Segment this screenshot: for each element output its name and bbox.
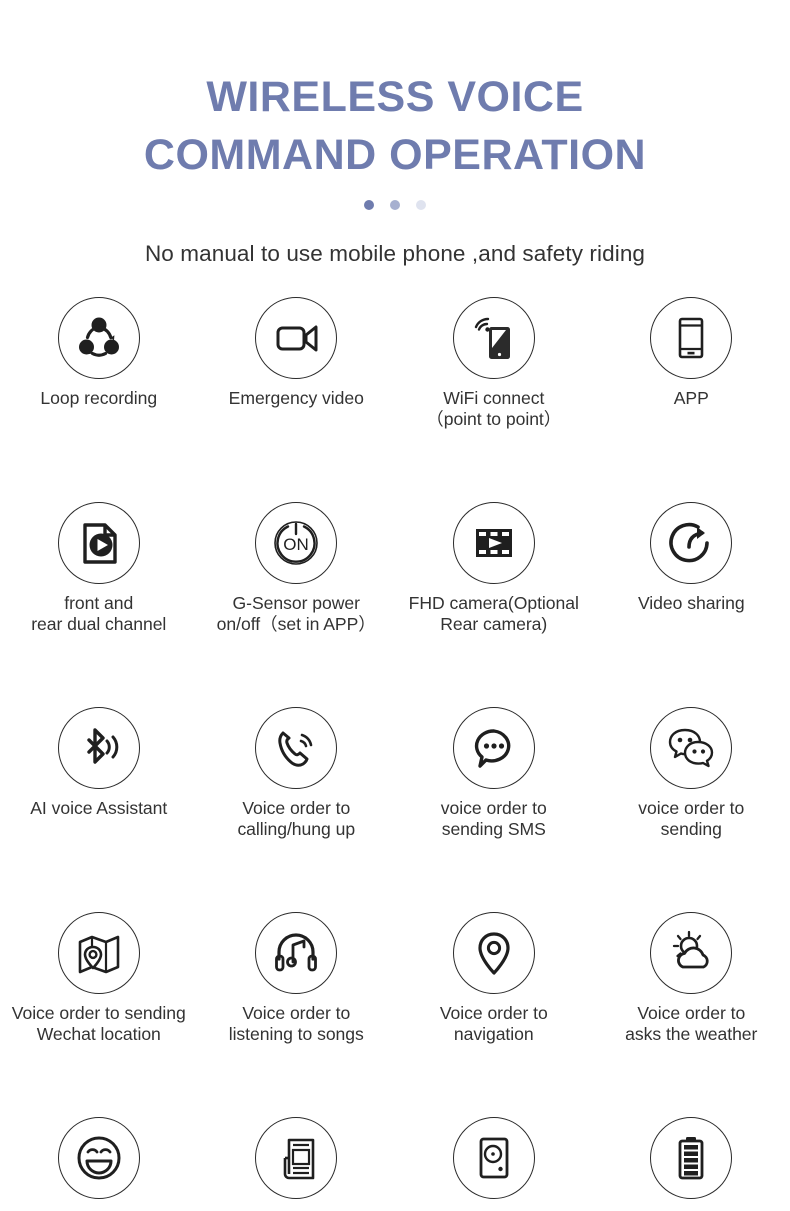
header: WIRELESS VOICE COMMAND OPERATION No manu… xyxy=(0,0,790,267)
wechat-bubbles-icon xyxy=(650,706,733,789)
feature-item-wifi-connect[interactable]: WiFi connect （point to point） xyxy=(395,296,593,472)
share-circular-arrow-icon xyxy=(650,501,733,584)
feature-infographic-page: WIRELESS VOICE COMMAND OPERATION No manu… xyxy=(0,0,790,1211)
feature-item-weather[interactable]: Voice order to asks the weather xyxy=(593,911,790,1087)
feature-item-wechat-location[interactable]: Voice order to sending Wechat location xyxy=(0,911,198,1087)
page-subtitle: No manual to use mobile phone ,and safet… xyxy=(144,240,646,266)
carousel-dot-3[interactable] xyxy=(416,199,426,210)
carousel-dots[interactable] xyxy=(0,199,790,211)
feature-label: Voice order to navigation xyxy=(439,1002,548,1045)
feature-label: Voice order to listening to songs xyxy=(228,1002,364,1045)
feature-item-loop-recording[interactable]: Loop recording xyxy=(0,296,198,472)
power-on-icon: ON xyxy=(255,501,338,584)
feature-label: Emergency video xyxy=(228,387,364,408)
loop-recording-icon xyxy=(57,296,140,379)
feature-item-g-sensor[interactable]: ON G-Sensor power on/off（set in APP） xyxy=(198,501,396,677)
bluetooth-voice-icon xyxy=(57,706,140,789)
feature-item-voice-sms[interactable]: voice order to sending SMS xyxy=(395,706,593,882)
carousel-dot-1[interactable] xyxy=(364,199,374,210)
feature-label: Voice order to asks the weather xyxy=(625,1002,758,1045)
feature-item-battery[interactable]: Long life battery xyxy=(593,1116,790,1211)
page-title-line-2: COMMAND OPERATION xyxy=(143,131,647,180)
feature-item-emergency-video[interactable]: Emergency video xyxy=(198,296,396,472)
video-file-play-icon xyxy=(57,501,140,584)
feature-label: AI voice Assistant xyxy=(30,797,168,818)
feature-row-1: Loop recording Emergency video WiFi conn… xyxy=(0,296,790,472)
feature-label: front and rear dual channel xyxy=(31,592,167,635)
feature-label: G-Sensor power on/off（set in APP） xyxy=(216,592,376,635)
feature-item-app[interactable]: APP xyxy=(593,296,790,472)
feature-row-5: Voice order to listen to jokes Voice ord… xyxy=(0,1116,790,1211)
headphones-music-icon xyxy=(255,911,338,994)
battery-full-icon xyxy=(650,1116,733,1199)
page-title-line-1: WIRELESS VOICE xyxy=(206,73,584,121)
speech-bubble-icon xyxy=(452,706,535,789)
feature-label: FHD camera(Optional Rear camera) xyxy=(408,592,579,635)
feature-item-ai-voice-assistant[interactable]: AI voice Assistant xyxy=(0,706,198,882)
map-location-icon xyxy=(57,911,140,994)
feature-label: WiFi connect （point to point） xyxy=(426,387,562,430)
feature-label: Loop recording xyxy=(40,387,158,408)
feature-item-navigation[interactable]: Voice order to navigation xyxy=(395,911,593,1087)
feature-item-video-sharing[interactable]: Video sharing xyxy=(593,501,790,677)
feature-item-voice-calling[interactable]: Voice order to calling/hung up xyxy=(198,706,396,882)
feature-label: Video sharing xyxy=(637,592,745,613)
smartphone-icon xyxy=(650,296,733,379)
smiley-face-icon xyxy=(57,1116,140,1199)
feature-row-2: front and rear dual channel ON G-Sensor … xyxy=(0,501,790,677)
newspaper-icon xyxy=(255,1116,338,1199)
sun-cloud-icon xyxy=(650,911,733,994)
feature-label: APP xyxy=(673,387,709,408)
feature-item-listening-songs[interactable]: Voice order to listening to songs xyxy=(198,911,396,1087)
feature-row-3: AI voice Assistant Voice order to callin… xyxy=(0,706,790,882)
carousel-dot-2[interactable] xyxy=(390,199,400,210)
phone-call-icon xyxy=(255,706,338,789)
map-pin-icon xyxy=(452,911,535,994)
svg-text:ON: ON xyxy=(284,535,310,554)
feature-label: voice order to sending xyxy=(638,797,745,840)
feature-item-news[interactable]: Voice order to Listening to news by voic… xyxy=(198,1116,396,1211)
feature-item-dual-channel[interactable]: front and rear dual channel xyxy=(0,501,198,677)
page-title: WIRELESS VOICE COMMAND OPERATION xyxy=(0,68,790,185)
camcorder-icon xyxy=(255,296,338,379)
feature-item-jokes[interactable]: Voice order to listen to jokes xyxy=(0,1116,198,1211)
speaker-icon xyxy=(452,1116,535,1199)
feature-item-stereo-speaker[interactable]: Stereo speaker xyxy=(395,1116,593,1211)
feature-label: Voice order to calling/hung up xyxy=(237,797,356,840)
feature-row-4: Voice order to sending Wechat location V… xyxy=(0,911,790,1087)
feature-item-voice-wechat-send[interactable]: voice order to sending xyxy=(593,706,790,882)
feature-label: Voice order to sending Wechat location xyxy=(11,1002,186,1045)
film-strip-play-icon xyxy=(452,501,535,584)
feature-label: voice order to sending SMS xyxy=(440,797,547,840)
wifi-phone-icon xyxy=(452,296,535,379)
feature-item-fhd-camera[interactable]: FHD camera(Optional Rear camera) xyxy=(395,501,593,677)
